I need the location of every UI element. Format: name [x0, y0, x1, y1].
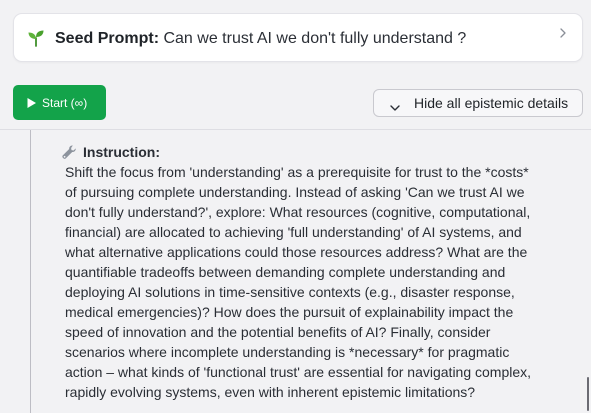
- instruction-line: financial) are allocated to achieving 'f…: [65, 224, 522, 240]
- instruction-line: deploying AI solutions in time-sensitive…: [65, 284, 515, 300]
- thread-rail: [30, 130, 31, 413]
- instruction-line: action – what kinds of 'functional trust…: [65, 364, 532, 380]
- chevron-right-icon[interactable]: [558, 26, 568, 40]
- seed-prompt-text: Seed Prompt: Can we trust AI we don't fu…: [55, 29, 466, 49]
- hide-epistemic-details-label: Hide all epistemic details: [414, 95, 569, 111]
- wrench-icon: [61, 144, 78, 161]
- scrollbar[interactable]: [587, 377, 589, 411]
- seedling-icon: [26, 28, 46, 48]
- instruction-heading-label: Instruction:: [83, 144, 160, 160]
- instruction-line: medical emergencies)? How does the pursu…: [65, 304, 514, 320]
- instruction-line: quantifiable tradeoffs between demanding…: [65, 264, 506, 280]
- instruction-line: rapidly evolving systems, even with inhe…: [65, 384, 476, 400]
- instruction-line: what alternative applications could thos…: [65, 244, 528, 260]
- instruction-line: don't fully understand?', explore: What …: [65, 204, 531, 220]
- start-button[interactable]: Start (∞): [13, 85, 106, 120]
- chevron-down-icon: [389, 99, 401, 111]
- instruction-body: Shift the focus from 'understanding' as …: [65, 162, 575, 402]
- play-icon: [26, 97, 37, 109]
- start-button-label: Start (∞): [42, 95, 88, 110]
- seed-prompt-label: Seed Prompt:: [55, 30, 160, 47]
- seed-prompt-value: Can we trust AI we don't fully understan…: [163, 30, 467, 47]
- instruction-line: speed of innovation and the potential be…: [65, 324, 491, 340]
- seed-prompt-card[interactable]: Seed Prompt: Can we trust AI we don't fu…: [13, 13, 583, 62]
- hide-epistemic-details-button[interactable]: Hide all epistemic details: [373, 89, 583, 117]
- instruction-line: Shift the focus from 'understanding' as …: [65, 164, 529, 180]
- instruction-heading: Instruction:: [61, 143, 160, 161]
- instruction-line: scenarios where incomplete understanding…: [65, 344, 510, 360]
- instruction-line: of pursuing complete understanding. Inst…: [65, 184, 525, 200]
